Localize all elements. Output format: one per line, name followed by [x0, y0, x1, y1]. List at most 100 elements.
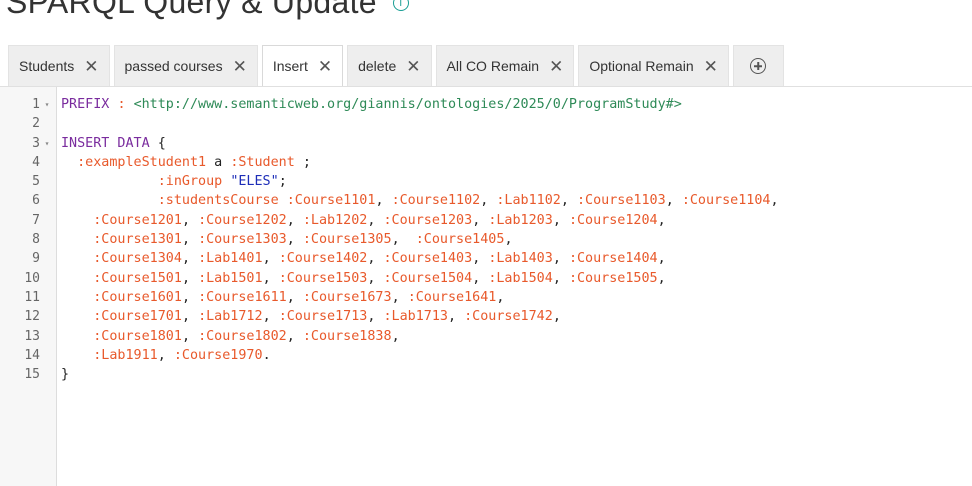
code-token: , — [472, 251, 489, 267]
fold-arrow-icon[interactable]: ▾ — [42, 134, 52, 153]
code-token: , — [157, 347, 174, 363]
code-token: :Course1701 — [93, 309, 182, 325]
code-line: 1 ▾ PREFIX : <http://www.semanticweb.org/g… — [0, 95, 972, 114]
code-token: , — [391, 289, 408, 305]
code-token: :Course1103 — [577, 193, 666, 209]
code-token: :Course1305 — [302, 232, 392, 248]
tab-label: All CO Remain — [446, 58, 540, 74]
code-token: INSERT DATA — [61, 135, 158, 151]
code-token: , — [375, 193, 392, 209]
code-token: :inGroup — [157, 174, 223, 190]
code-token: :Course1101 — [286, 193, 376, 209]
code-editor[interactable]: 1 ▾ PREFIX : <http://www.semanticweb.org/g… — [0, 86, 972, 486]
code-token: , — [181, 270, 199, 286]
line-number: 1 — [32, 97, 40, 112]
code-token: :Course1713 — [278, 309, 368, 325]
code-token: :Course1501 — [93, 270, 182, 286]
close-icon[interactable]: ✕ — [233, 58, 247, 75]
code-token: :Course1201 — [93, 212, 182, 228]
code-token: , — [286, 212, 303, 228]
code-token: :Lab1504 — [488, 270, 553, 286]
code-token: , — [391, 232, 416, 248]
code-token: :Course1838 — [302, 328, 392, 344]
code-token: , — [391, 328, 400, 344]
code-line: 2 — [0, 114, 972, 133]
tab-label: delete — [358, 58, 397, 74]
code-token: :Course1404 — [568, 251, 658, 267]
code-token: :Course1104 — [681, 193, 771, 209]
tab-students[interactable]: Students ✕ — [8, 45, 110, 86]
code-line: 14 :Lab1911, :Course1970. — [0, 346, 972, 365]
tab-delete[interactable]: delete ✕ — [347, 45, 432, 86]
code-token: :Lab1911 — [93, 347, 158, 363]
code-text: :Course1801, :Course1802, :Course1838, — [61, 327, 400, 346]
close-icon[interactable]: ✕ — [318, 58, 332, 75]
code-token: , — [262, 251, 279, 267]
code-token: :Lab1102 — [496, 193, 561, 209]
line-number: 2 — [32, 116, 40, 132]
code-token: :Course1673 — [302, 289, 392, 305]
code-line: 11 :Course1601, :Course1611, :Course1673… — [0, 288, 972, 307]
code-token: , — [657, 251, 666, 267]
page-title-text: SPARQL Query & Update — [6, 0, 377, 20]
code-token: , — [181, 328, 199, 344]
code-text: PREFIX : <http://www.semanticweb.org/gia… — [61, 95, 682, 114]
code-token: :Course1301 — [93, 232, 182, 248]
code-token: , — [181, 309, 199, 325]
code-token: } — [61, 367, 70, 383]
code-token: "ELES" — [230, 174, 279, 190]
code-token: :Course1102 — [391, 193, 481, 209]
close-icon[interactable]: ✕ — [549, 58, 563, 75]
close-icon[interactable]: ✕ — [84, 58, 98, 75]
code-token: :Course1601 — [93, 289, 182, 305]
code-line: 9 :Course1304, :Lab1401, :Course1402, :C… — [0, 249, 972, 268]
code-token: :Course1304 — [93, 251, 182, 267]
tab-insert[interactable]: Insert ✕ — [261, 45, 344, 86]
code-token: , — [552, 270, 569, 286]
code-line: 15} — [0, 365, 972, 384]
code-token: , — [496, 289, 505, 305]
code-token: . — [262, 347, 271, 363]
close-icon[interactable]: ✕ — [704, 58, 718, 75]
line-number: 10 — [24, 270, 40, 286]
code-token: , — [552, 251, 569, 267]
code-token: :Course1802 — [198, 328, 287, 344]
code-token: <http://www.semanticweb.org/giannis/onto… — [133, 97, 682, 112]
code-token: , — [665, 193, 682, 209]
info-icon[interactable]: i — [392, 0, 409, 11]
code-token: :Course1503 — [278, 270, 368, 286]
line-number: 12 — [24, 309, 40, 325]
line-number: 9 — [32, 251, 40, 267]
line-number: 6 — [32, 193, 40, 209]
tab-passed-courses[interactable]: passed courses ✕ — [113, 45, 258, 86]
code-token: , — [367, 270, 384, 286]
fold-arrow-icon[interactable]: ▾ — [42, 95, 52, 114]
tab-optional-remain[interactable]: Optional Remain ✕ — [578, 45, 729, 86]
code-token: :Lab1403 — [488, 251, 553, 267]
code-token: :Course1742 — [464, 309, 553, 325]
line-number: 3 — [32, 135, 40, 151]
tab-all-co-remain[interactable]: All CO Remain ✕ — [435, 45, 575, 86]
code-token: :Course1202 — [198, 212, 287, 228]
close-icon[interactable]: ✕ — [406, 58, 420, 75]
add-tab-button[interactable] — [732, 45, 784, 86]
code-text: :studentsCourse :Course1101, :Course1102… — [61, 191, 779, 210]
code-text: :exampleStudent1 a :Student ; — [61, 153, 311, 172]
code-token: :Lab1501 — [198, 270, 263, 286]
tab-label: passed courses — [124, 58, 223, 74]
code-token: , — [286, 232, 303, 248]
code-text: :Lab1911, :Course1970. — [61, 346, 271, 365]
code-token: :Lab1401 — [198, 251, 263, 267]
code-token: { — [157, 135, 166, 151]
code-token: , — [552, 212, 569, 228]
code-token: :Lab1203 — [488, 212, 553, 228]
line-number: 14 — [24, 347, 40, 363]
